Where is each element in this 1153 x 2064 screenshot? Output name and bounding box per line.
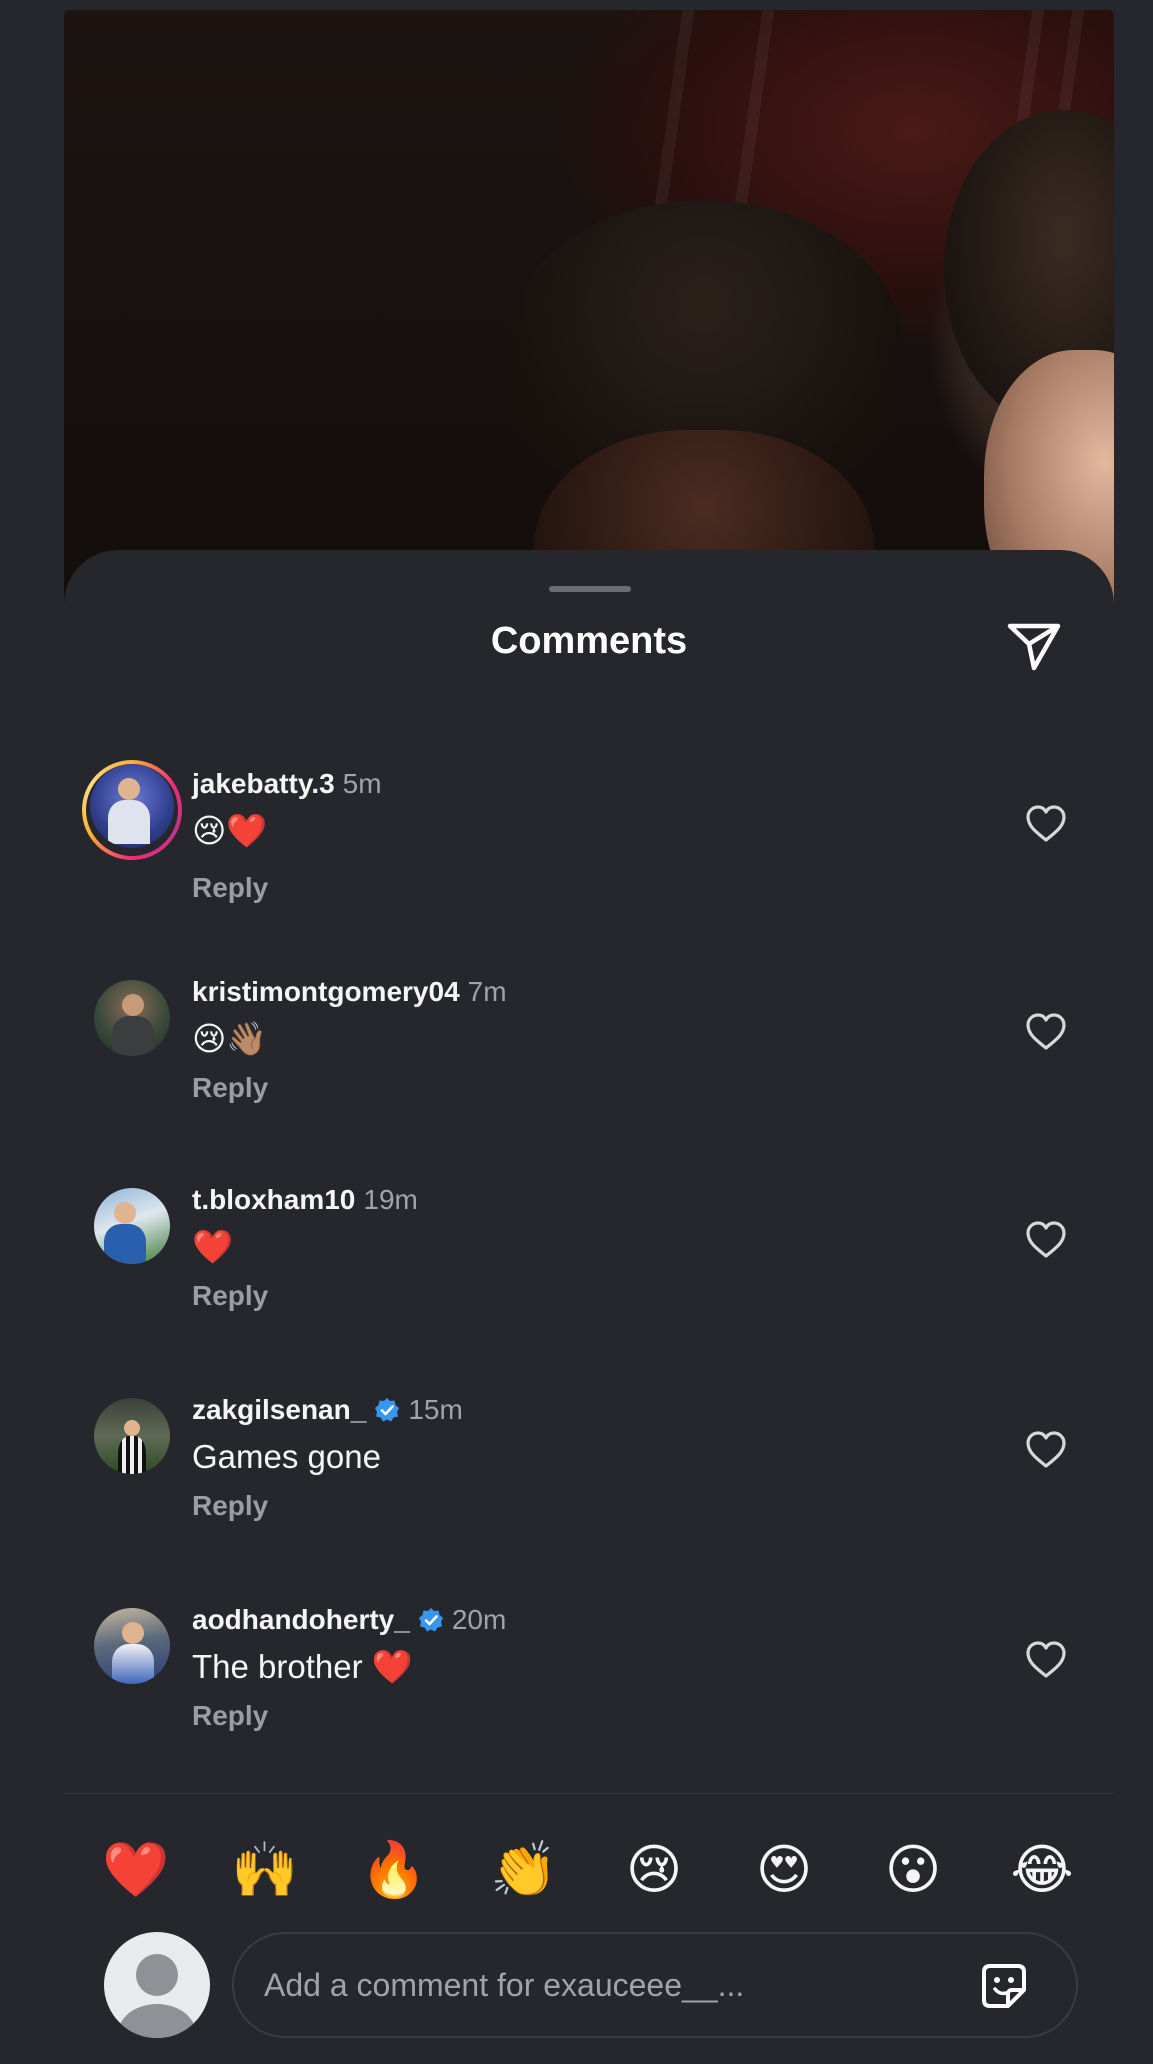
comment-time: 7m xyxy=(467,976,507,1007)
avatar[interactable] xyxy=(94,1398,170,1474)
comment-item: kristimontgomery04 7m 😢👋🏽 Reply xyxy=(64,972,1114,1152)
like-button[interactable] xyxy=(1024,1430,1068,1470)
heart-outline-icon xyxy=(1026,1431,1066,1468)
share-button[interactable] xyxy=(1004,616,1064,672)
comment-item: zakgilsenan_ 15m Games gone Reply xyxy=(64,1390,1114,1570)
avatar[interactable] xyxy=(94,1608,170,1684)
comments-sheet: Comments jakebatty.3 5m 😢❤️ Reply kristi… xyxy=(64,550,1114,2064)
comment-text: Games gone xyxy=(192,1438,381,1475)
divider xyxy=(64,1793,1114,1794)
avatar[interactable] xyxy=(90,764,174,848)
sticker-icon xyxy=(982,1964,1026,2008)
reply-button[interactable]: Reply xyxy=(192,1490,268,1522)
comment-item: aodhandoherty_ 20m The brother ❤️ Reply xyxy=(64,1600,1114,1780)
reaction-fire[interactable]: 🔥 xyxy=(354,1830,434,1910)
heart-outline-icon xyxy=(1026,805,1066,842)
reply-button[interactable]: Reply xyxy=(192,1280,268,1312)
heart-outline-icon xyxy=(1026,1641,1066,1678)
comments-screen: Comments jakebatty.3 5m 😢❤️ Reply kristi… xyxy=(0,0,1153,2064)
verified-badge-icon xyxy=(418,1608,443,1632)
comment-time: 5m xyxy=(342,768,382,799)
comment-text: ❤️ xyxy=(192,1228,234,1265)
avatar[interactable] xyxy=(94,980,170,1056)
comment-username[interactable]: aodhandoherty_ xyxy=(192,1604,410,1635)
comment-username[interactable]: kristimontgomery04 xyxy=(192,976,460,1007)
quick-reactions-bar: ❤️ 🙌 🔥 👏 😢 😍 😮 😂 xyxy=(64,1830,1114,1910)
reply-button[interactable]: Reply xyxy=(192,1700,268,1732)
heart-outline-icon xyxy=(1026,1013,1066,1050)
comment-text: 😢❤️ xyxy=(192,812,268,849)
sheet-grabber[interactable] xyxy=(549,586,631,592)
reaction-raised-hands[interactable]: 🙌 xyxy=(225,1830,305,1910)
reply-button[interactable]: Reply xyxy=(192,872,268,904)
avatar[interactable] xyxy=(94,1188,170,1264)
like-button[interactable] xyxy=(1024,1640,1068,1680)
reply-button[interactable]: Reply xyxy=(192,1072,268,1104)
verified-badge-icon xyxy=(375,1398,400,1422)
sheet-title: Comments xyxy=(490,620,688,662)
comment-text: The brother ❤️ xyxy=(192,1648,413,1685)
comment-text: 😢👋🏽 xyxy=(192,1020,268,1057)
reaction-crying[interactable]: 😢 xyxy=(614,1830,694,1910)
post-photo-background xyxy=(64,10,1114,630)
comment-input-placeholder: Add a comment for exauceee__... xyxy=(264,1967,745,2003)
reaction-heart[interactable]: ❤️ xyxy=(96,1830,176,1910)
comment-time: 19m xyxy=(363,1184,418,1215)
reaction-laughing[interactable]: 😂 xyxy=(1002,1830,1082,1910)
comment-username[interactable]: t.bloxham10 xyxy=(192,1184,355,1215)
like-button[interactable] xyxy=(1024,1012,1068,1052)
comment-input[interactable]: Add a comment for exauceee__... xyxy=(232,1932,1078,2038)
default-avatar-icon xyxy=(104,1932,210,2038)
like-button[interactable] xyxy=(1024,804,1068,844)
reaction-heart-eyes[interactable]: 😍 xyxy=(744,1830,824,1910)
sticker-button[interactable] xyxy=(976,1958,1032,2014)
reaction-surprised[interactable]: 😮 xyxy=(873,1830,953,1910)
comment-username[interactable]: jakebatty.3 xyxy=(192,768,335,799)
comment-item: t.bloxham10 19m ❤️ Reply xyxy=(64,1180,1114,1360)
comment-username[interactable]: zakgilsenan_ xyxy=(192,1394,366,1425)
comment-time: 15m xyxy=(408,1394,463,1425)
like-button[interactable] xyxy=(1024,1220,1068,1260)
reaction-clap[interactable]: 👏 xyxy=(484,1830,564,1910)
share-icon xyxy=(1007,623,1061,671)
comment-time: 20m xyxy=(451,1604,507,1635)
comment-item: jakebatty.3 5m 😢❤️ Reply xyxy=(64,760,1114,944)
heart-outline-icon xyxy=(1026,1221,1066,1258)
